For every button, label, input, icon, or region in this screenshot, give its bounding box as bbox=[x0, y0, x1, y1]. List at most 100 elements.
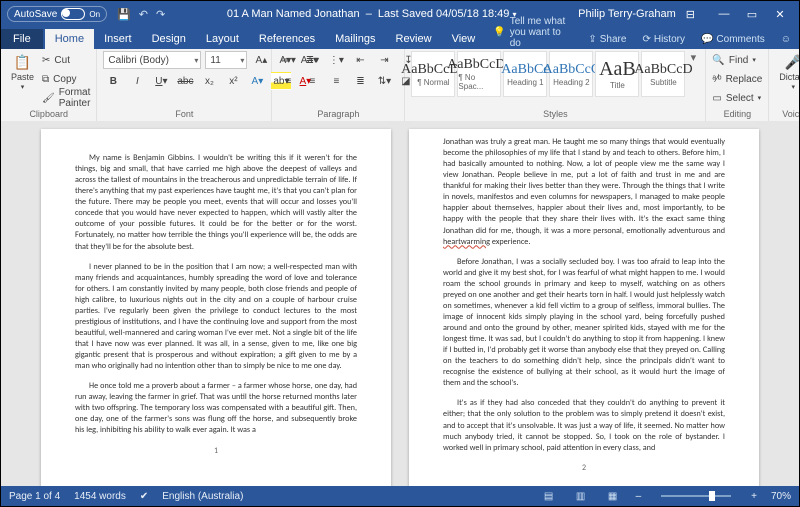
quick-access-toolbar: 💾 ↶ ↷ bbox=[117, 8, 165, 21]
group-styles: AaBbCcDc¶ NormalAaBbCcDc¶ No Spac...AaBb… bbox=[405, 49, 706, 121]
ribbon-options-icon[interactable]: ⊟ bbox=[686, 8, 695, 21]
select-button[interactable]: ▭Select▾ bbox=[712, 89, 762, 107]
italic-button[interactable]: I bbox=[127, 72, 147, 90]
word-count[interactable]: 1454 words bbox=[74, 491, 126, 502]
body-text[interactable]: My name is Benjamin Gibbins. I wouldn't … bbox=[75, 153, 357, 253]
ribbon-tabs: File Home Insert Design Layout Reference… bbox=[1, 27, 799, 49]
web-layout-button[interactable]: ▦ bbox=[604, 489, 622, 503]
tell-me[interactable]: 💡 Tell me what you want to do bbox=[485, 16, 580, 49]
tab-layout[interactable]: Layout bbox=[196, 29, 249, 49]
tab-home[interactable]: Home bbox=[45, 29, 94, 49]
group-paragraph: ≔▾ ≣▾ ⋮▾ ⇤ ⇥ ↧ ¶ ≡ ≡ ≡ ≣ ⇅▾ ◪▾ ▦▾ Paragr… bbox=[272, 49, 405, 121]
style-title[interactable]: AaBTitle bbox=[595, 51, 639, 97]
group-label: Clipboard bbox=[7, 109, 90, 121]
tab-mailings[interactable]: Mailings bbox=[325, 29, 385, 49]
maximize-button[interactable]: ▭ bbox=[739, 5, 765, 23]
body-text[interactable]: Jonathan was truly a great man. He taugh… bbox=[443, 137, 725, 248]
title-bar: AutoSave On 💾 ↶ ↷ 01 A Man Named Jonatha… bbox=[1, 1, 799, 27]
language-indicator[interactable]: English (Australia) bbox=[162, 491, 243, 502]
underline-button[interactable]: U▾ bbox=[151, 72, 171, 90]
superscript-button[interactable]: x² bbox=[223, 72, 243, 90]
undo-icon[interactable]: ↶ bbox=[139, 8, 148, 21]
save-icon[interactable]: 💾 bbox=[117, 8, 131, 21]
page-number: 2 bbox=[443, 463, 725, 474]
page-number: 1 bbox=[75, 446, 357, 457]
minimize-button[interactable]: — bbox=[711, 5, 737, 23]
body-text[interactable]: He once told me a proverb about a farmer… bbox=[75, 381, 357, 436]
style--no-spac-[interactable]: AaBbCcDc¶ No Spac... bbox=[457, 51, 501, 97]
tab-references[interactable]: References bbox=[249, 29, 325, 49]
comments-button[interactable]: 💬Comments bbox=[693, 30, 773, 49]
cut-button[interactable]: ✂Cut bbox=[42, 51, 90, 69]
copy-button[interactable]: ⧉Copy bbox=[42, 70, 90, 88]
decrease-indent-button[interactable]: ⇤ bbox=[350, 51, 370, 69]
subscript-button[interactable]: x₂ bbox=[199, 72, 219, 90]
history-button[interactable]: ⟳History bbox=[634, 30, 693, 49]
justify-button[interactable]: ≣ bbox=[350, 72, 370, 90]
zoom-out-button[interactable]: – bbox=[636, 491, 642, 502]
find-button[interactable]: 🔍Find▾ bbox=[712, 51, 762, 69]
proofing-icon[interactable]: ✔ bbox=[140, 491, 148, 502]
document-area[interactable]: My name is Benjamin Gibbins. I wouldn't … bbox=[1, 121, 799, 486]
format-painter-button[interactable]: 🖌Format Painter bbox=[42, 89, 90, 107]
page-indicator[interactable]: Page 1 of 4 bbox=[9, 491, 60, 502]
align-left-button[interactable]: ≡ bbox=[278, 72, 298, 90]
paste-button[interactable]: 📋 Paste ▾ bbox=[7, 51, 38, 93]
copy-icon: ⧉ bbox=[42, 74, 49, 85]
numbering-button[interactable]: ≣▾ bbox=[302, 51, 322, 69]
line-spacing-button[interactable]: ⇅▾ bbox=[374, 72, 394, 90]
autosave-toggle[interactable]: AutoSave On bbox=[7, 6, 107, 22]
body-text[interactable]: I never planned to be in the position th… bbox=[75, 262, 357, 373]
style-subtitle[interactable]: AaBbCcDSubtitle bbox=[641, 51, 685, 97]
increase-indent-button[interactable]: ⇥ bbox=[374, 51, 394, 69]
font-size-combo[interactable]: 11 bbox=[205, 51, 247, 69]
multilevel-button[interactable]: ⋮▾ bbox=[326, 51, 346, 69]
comment-icon: 💬 bbox=[701, 34, 713, 45]
replace-icon: ᵃ⁄ᵇ bbox=[712, 74, 721, 85]
bold-button[interactable]: B bbox=[103, 72, 123, 90]
user-name[interactable]: Philip Terry-Graham bbox=[578, 8, 676, 20]
help-button[interactable]: ☺ bbox=[773, 30, 799, 49]
align-center-button[interactable]: ≡ bbox=[302, 72, 322, 90]
dictate-button[interactable]: 🎤 Dictate ▾ bbox=[775, 51, 800, 93]
grow-font-button[interactable]: A▴ bbox=[251, 51, 271, 69]
page-2[interactable]: Jonathan was truly a great man. He taugh… bbox=[409, 129, 759, 486]
body-text[interactable]: It's as if they had also conceded that t… bbox=[443, 398, 725, 453]
styles-more-button[interactable]: ▾ bbox=[687, 51, 699, 64]
tab-insert[interactable]: Insert bbox=[94, 29, 142, 49]
spelling-error[interactable]: heartwarming bbox=[443, 237, 490, 247]
autosave-label: AutoSave bbox=[14, 9, 57, 20]
bullets-button[interactable]: ≔▾ bbox=[278, 51, 298, 69]
doc-name: 01 A Man Named Jonathan bbox=[227, 8, 360, 20]
lightbulb-icon: 💡 bbox=[493, 27, 505, 38]
group-editing: 🔍Find▾ ᵃ⁄ᵇReplace ▭Select▾ Editing bbox=[706, 49, 769, 121]
tab-file[interactable]: File bbox=[1, 29, 43, 49]
print-layout-button[interactable]: ▥ bbox=[572, 489, 590, 503]
group-label: Paragraph bbox=[278, 109, 398, 121]
body-text[interactable]: Before Jonathan, I was a socially seclud… bbox=[443, 257, 725, 390]
ribbon: 📋 Paste ▾ ✂Cut ⧉Copy 🖌Format Painter Cli… bbox=[1, 49, 799, 122]
strike-button[interactable]: abc bbox=[175, 72, 195, 90]
group-label: Voice bbox=[775, 109, 800, 121]
replace-button[interactable]: ᵃ⁄ᵇReplace bbox=[712, 70, 762, 88]
tab-view[interactable]: View bbox=[442, 29, 486, 49]
redo-icon[interactable]: ↷ bbox=[156, 8, 165, 21]
text-effects-button[interactable]: A▾ bbox=[247, 72, 267, 90]
read-mode-button[interactable]: ▤ bbox=[540, 489, 558, 503]
find-icon: 🔍 bbox=[712, 55, 724, 66]
page-1[interactable]: My name is Benjamin Gibbins. I wouldn't … bbox=[41, 129, 391, 486]
tab-review[interactable]: Review bbox=[386, 29, 442, 49]
style-heading-2[interactable]: AaBbCcCHeading 2 bbox=[549, 51, 593, 97]
zoom-slider[interactable] bbox=[661, 495, 731, 497]
tab-design[interactable]: Design bbox=[142, 29, 196, 49]
share-button[interactable]: ⇪Share bbox=[580, 30, 634, 49]
format-painter-icon: 🖌 bbox=[42, 93, 55, 104]
font-name-combo[interactable]: Calibri (Body) bbox=[103, 51, 201, 69]
status-bar: Page 1 of 4 1454 words ✔ English (Austra… bbox=[1, 486, 799, 506]
close-button[interactable]: ✕ bbox=[767, 5, 793, 23]
zoom-level[interactable]: 70% bbox=[771, 491, 791, 502]
group-label: Editing bbox=[712, 109, 762, 121]
zoom-in-button[interactable]: + bbox=[751, 491, 757, 502]
align-right-button[interactable]: ≡ bbox=[326, 72, 346, 90]
style-heading-1[interactable]: AaBbCcHeading 1 bbox=[503, 51, 547, 97]
